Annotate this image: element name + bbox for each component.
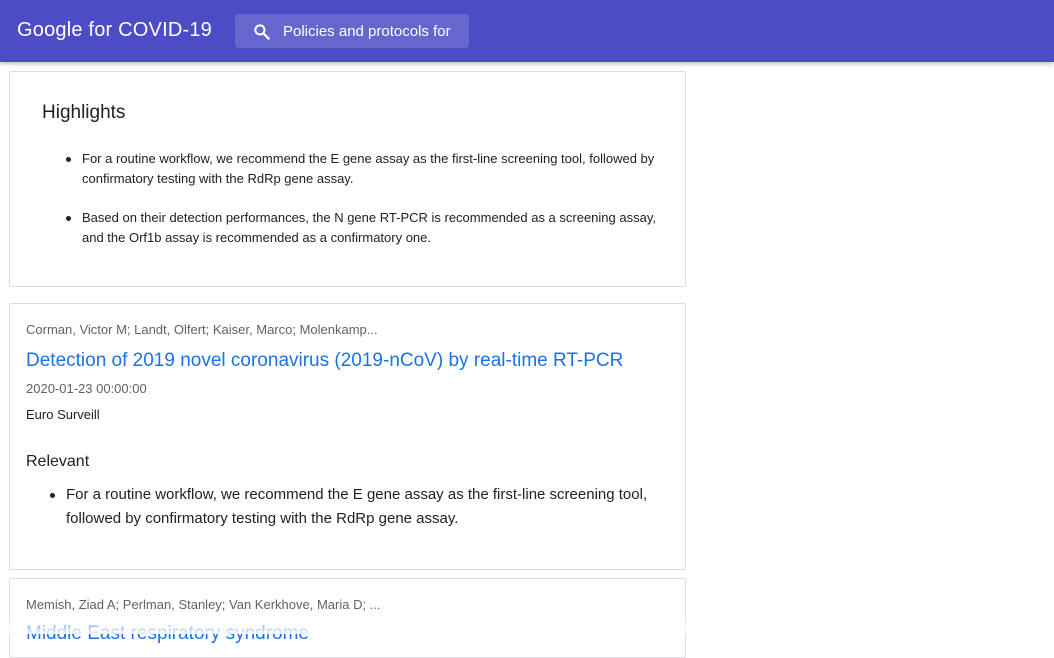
highlights-card: Highlights For a routine workflow, we re…	[9, 71, 686, 287]
result-card: Corman, Victor M; Landt, Olfert; Kaiser,…	[9, 303, 686, 570]
bottom-fade	[0, 614, 1054, 634]
search-input[interactable]	[283, 14, 469, 48]
highlight-item: Based on their detection performances, t…	[66, 208, 662, 248]
app-title[interactable]: Google for COVID-19	[17, 19, 212, 42]
highlight-item: For a routine workflow, we recommend the…	[66, 149, 662, 189]
search-box[interactable]	[235, 14, 469, 48]
result-title-link[interactable]: Detection of 2019 novel coronavirus (201…	[26, 350, 623, 372]
top-app-bar: Google for COVID-19	[0, 0, 1054, 62]
result-journal: Euro Surveill	[26, 407, 100, 422]
relevant-item: For a routine workflow, we recommend the…	[50, 483, 676, 531]
relevant-list: For a routine workflow, we recommend the…	[50, 483, 676, 531]
search-icon[interactable]	[252, 22, 272, 42]
highlights-title: Highlights	[42, 102, 126, 123]
result-authors: Memish, Ziad A; Perlman, Stanley; Van Ke…	[26, 597, 381, 612]
result-date: 2020-01-23 00:00:00	[26, 381, 147, 396]
relevant-heading: Relevant	[26, 453, 90, 470]
result-authors: Corman, Victor M; Landt, Olfert; Kaiser,…	[26, 322, 378, 337]
highlights-list: For a routine workflow, we recommend the…	[66, 149, 662, 267]
